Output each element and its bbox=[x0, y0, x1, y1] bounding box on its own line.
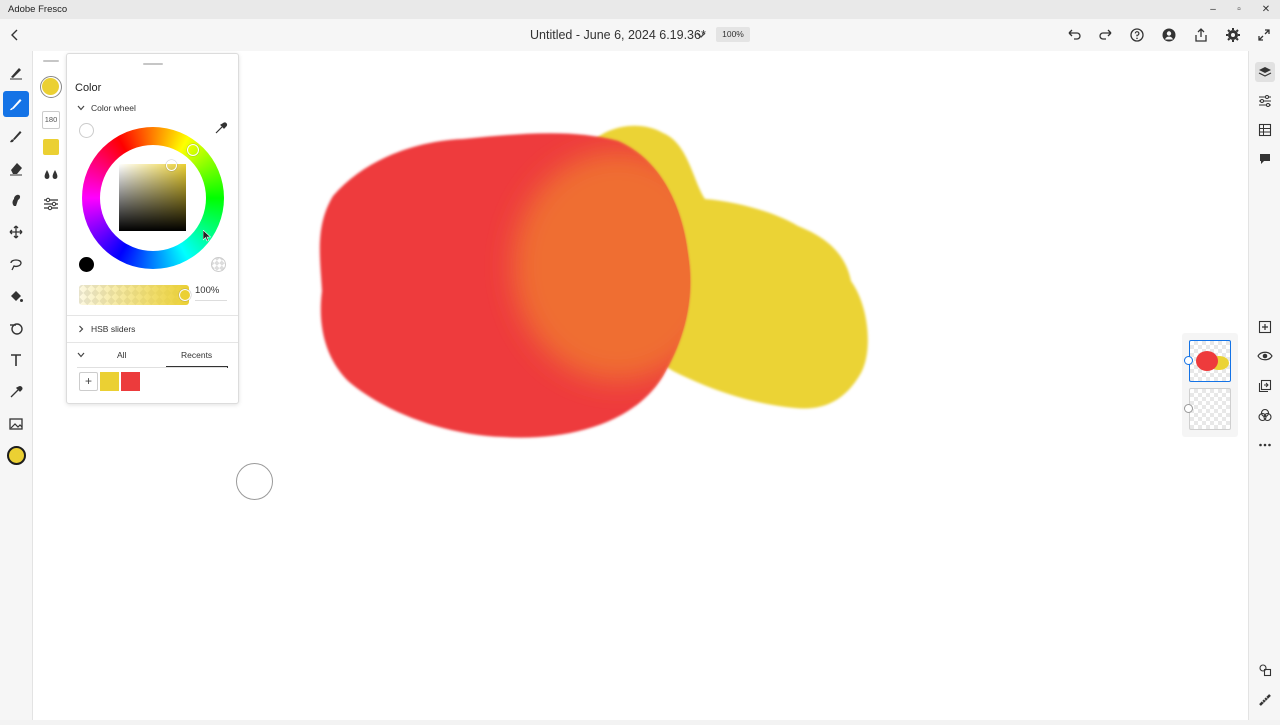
blend-mode-icon[interactable] bbox=[1255, 405, 1275, 425]
saturation-brightness-square[interactable] bbox=[119, 164, 186, 231]
eyedropper-icon[interactable] bbox=[3, 379, 29, 405]
maximize-button[interactable]: ▫ bbox=[1226, 0, 1252, 19]
brush-options-icon[interactable] bbox=[42, 196, 60, 212]
account-icon[interactable] bbox=[1159, 25, 1179, 45]
panel-title: Color bbox=[75, 82, 102, 94]
opacity-slider[interactable] bbox=[79, 285, 189, 305]
eyedropper-icon[interactable] bbox=[214, 121, 228, 135]
tab-all[interactable]: All bbox=[117, 350, 126, 360]
strip-grip bbox=[43, 60, 59, 62]
mouse-pointer bbox=[202, 229, 212, 242]
document-title[interactable]: Untitled - June 6, 2024 6.19.36* bbox=[530, 28, 706, 42]
fill-icon[interactable] bbox=[3, 283, 29, 309]
undo-icon[interactable] bbox=[1064, 25, 1084, 45]
tabs-underline bbox=[77, 367, 227, 368]
add-layer-icon[interactable] bbox=[1255, 317, 1275, 337]
zoom-level[interactable]: 100% bbox=[716, 27, 750, 42]
back-icon[interactable] bbox=[5, 25, 25, 45]
grid-icon[interactable] bbox=[1255, 120, 1275, 140]
smudge-icon[interactable] bbox=[3, 187, 29, 213]
divider bbox=[67, 315, 238, 316]
app-header: Untitled - June 6, 2024 6.19.36* 100% bbox=[0, 19, 1280, 51]
share-icon[interactable] bbox=[1191, 25, 1211, 45]
pixel-brush-icon[interactable] bbox=[3, 59, 29, 85]
transparent-swatch[interactable] bbox=[211, 257, 226, 272]
brush-color-ring[interactable] bbox=[40, 76, 62, 98]
chevron-down-icon[interactable] bbox=[76, 103, 86, 113]
opacity-value[interactable]: 100% bbox=[195, 285, 219, 296]
brush-cursor bbox=[236, 463, 273, 500]
recent-swatch[interactable] bbox=[100, 372, 119, 391]
chevron-down-icon[interactable] bbox=[691, 25, 711, 45]
minimize-button[interactable]: – bbox=[1200, 0, 1226, 19]
adjustments-icon[interactable] bbox=[1255, 91, 1275, 111]
settings-icon[interactable] bbox=[1223, 25, 1243, 45]
more-icon[interactable] bbox=[1255, 435, 1275, 455]
layer-thumbnail-2[interactable] bbox=[1189, 388, 1231, 430]
text-icon[interactable] bbox=[3, 347, 29, 373]
color-panel: Color Color wheel 100% HSB sliders All R… bbox=[66, 53, 239, 404]
hue-handle[interactable] bbox=[187, 144, 199, 156]
sv-handle[interactable] bbox=[166, 160, 177, 171]
current-color-swatch[interactable] bbox=[6, 445, 26, 465]
image-icon[interactable] bbox=[3, 411, 29, 437]
left-toolbar bbox=[0, 51, 33, 720]
fullscreen-icon[interactable] bbox=[1254, 25, 1274, 45]
color-wheel-toggle[interactable]: Color wheel bbox=[91, 103, 136, 113]
layer-indicator[interactable] bbox=[1184, 404, 1193, 413]
color-icon[interactable] bbox=[3, 442, 29, 468]
comment-icon[interactable] bbox=[1255, 149, 1275, 169]
brush-size[interactable]: 180 bbox=[42, 111, 60, 129]
vector-brush-icon[interactable] bbox=[3, 123, 29, 149]
hsb-sliders-toggle[interactable]: HSB sliders bbox=[91, 324, 135, 334]
panel-grip[interactable] bbox=[143, 63, 163, 65]
help-icon[interactable] bbox=[1127, 25, 1147, 45]
import-icon[interactable] bbox=[1255, 376, 1275, 396]
lasso-icon[interactable] bbox=[3, 251, 29, 277]
recent-swatch[interactable] bbox=[121, 372, 140, 391]
opacity-underline bbox=[195, 300, 227, 301]
black-swatch[interactable] bbox=[79, 257, 94, 272]
window-titlebar: Adobe Fresco – ▫ ✕ bbox=[0, 0, 1280, 19]
divider bbox=[67, 342, 238, 343]
chevron-down-icon[interactable] bbox=[76, 350, 86, 360]
ruler-icon[interactable] bbox=[1255, 690, 1275, 710]
layer-thumbnail-1[interactable] bbox=[1189, 340, 1231, 382]
water-flow-icon[interactable] bbox=[42, 167, 60, 183]
live-brush-icon[interactable] bbox=[3, 91, 29, 117]
transform-icon[interactable] bbox=[3, 219, 29, 245]
opacity-handle[interactable] bbox=[179, 289, 191, 301]
brush-color-square[interactable] bbox=[43, 139, 59, 155]
layer-properties-icon[interactable] bbox=[1255, 660, 1275, 680]
visibility-icon[interactable] bbox=[1255, 346, 1275, 366]
redo-icon[interactable] bbox=[1096, 25, 1116, 45]
close-button[interactable]: ✕ bbox=[1253, 0, 1279, 19]
eraser-icon[interactable] bbox=[3, 155, 29, 181]
layers-panel bbox=[1182, 333, 1238, 437]
white-swatch[interactable] bbox=[79, 123, 94, 138]
shapes-icon[interactable] bbox=[3, 315, 29, 341]
right-toolbar bbox=[1248, 51, 1280, 720]
tab-recents[interactable]: Recents bbox=[181, 350, 212, 360]
layers-icon[interactable] bbox=[1255, 62, 1275, 82]
chevron-right-icon[interactable] bbox=[76, 324, 86, 334]
brush-settings-strip: 180 bbox=[37, 56, 65, 220]
layer-selected-indicator[interactable] bbox=[1184, 356, 1193, 365]
add-swatch-button[interactable]: + bbox=[79, 372, 98, 391]
app-title: Adobe Fresco bbox=[8, 4, 68, 15]
